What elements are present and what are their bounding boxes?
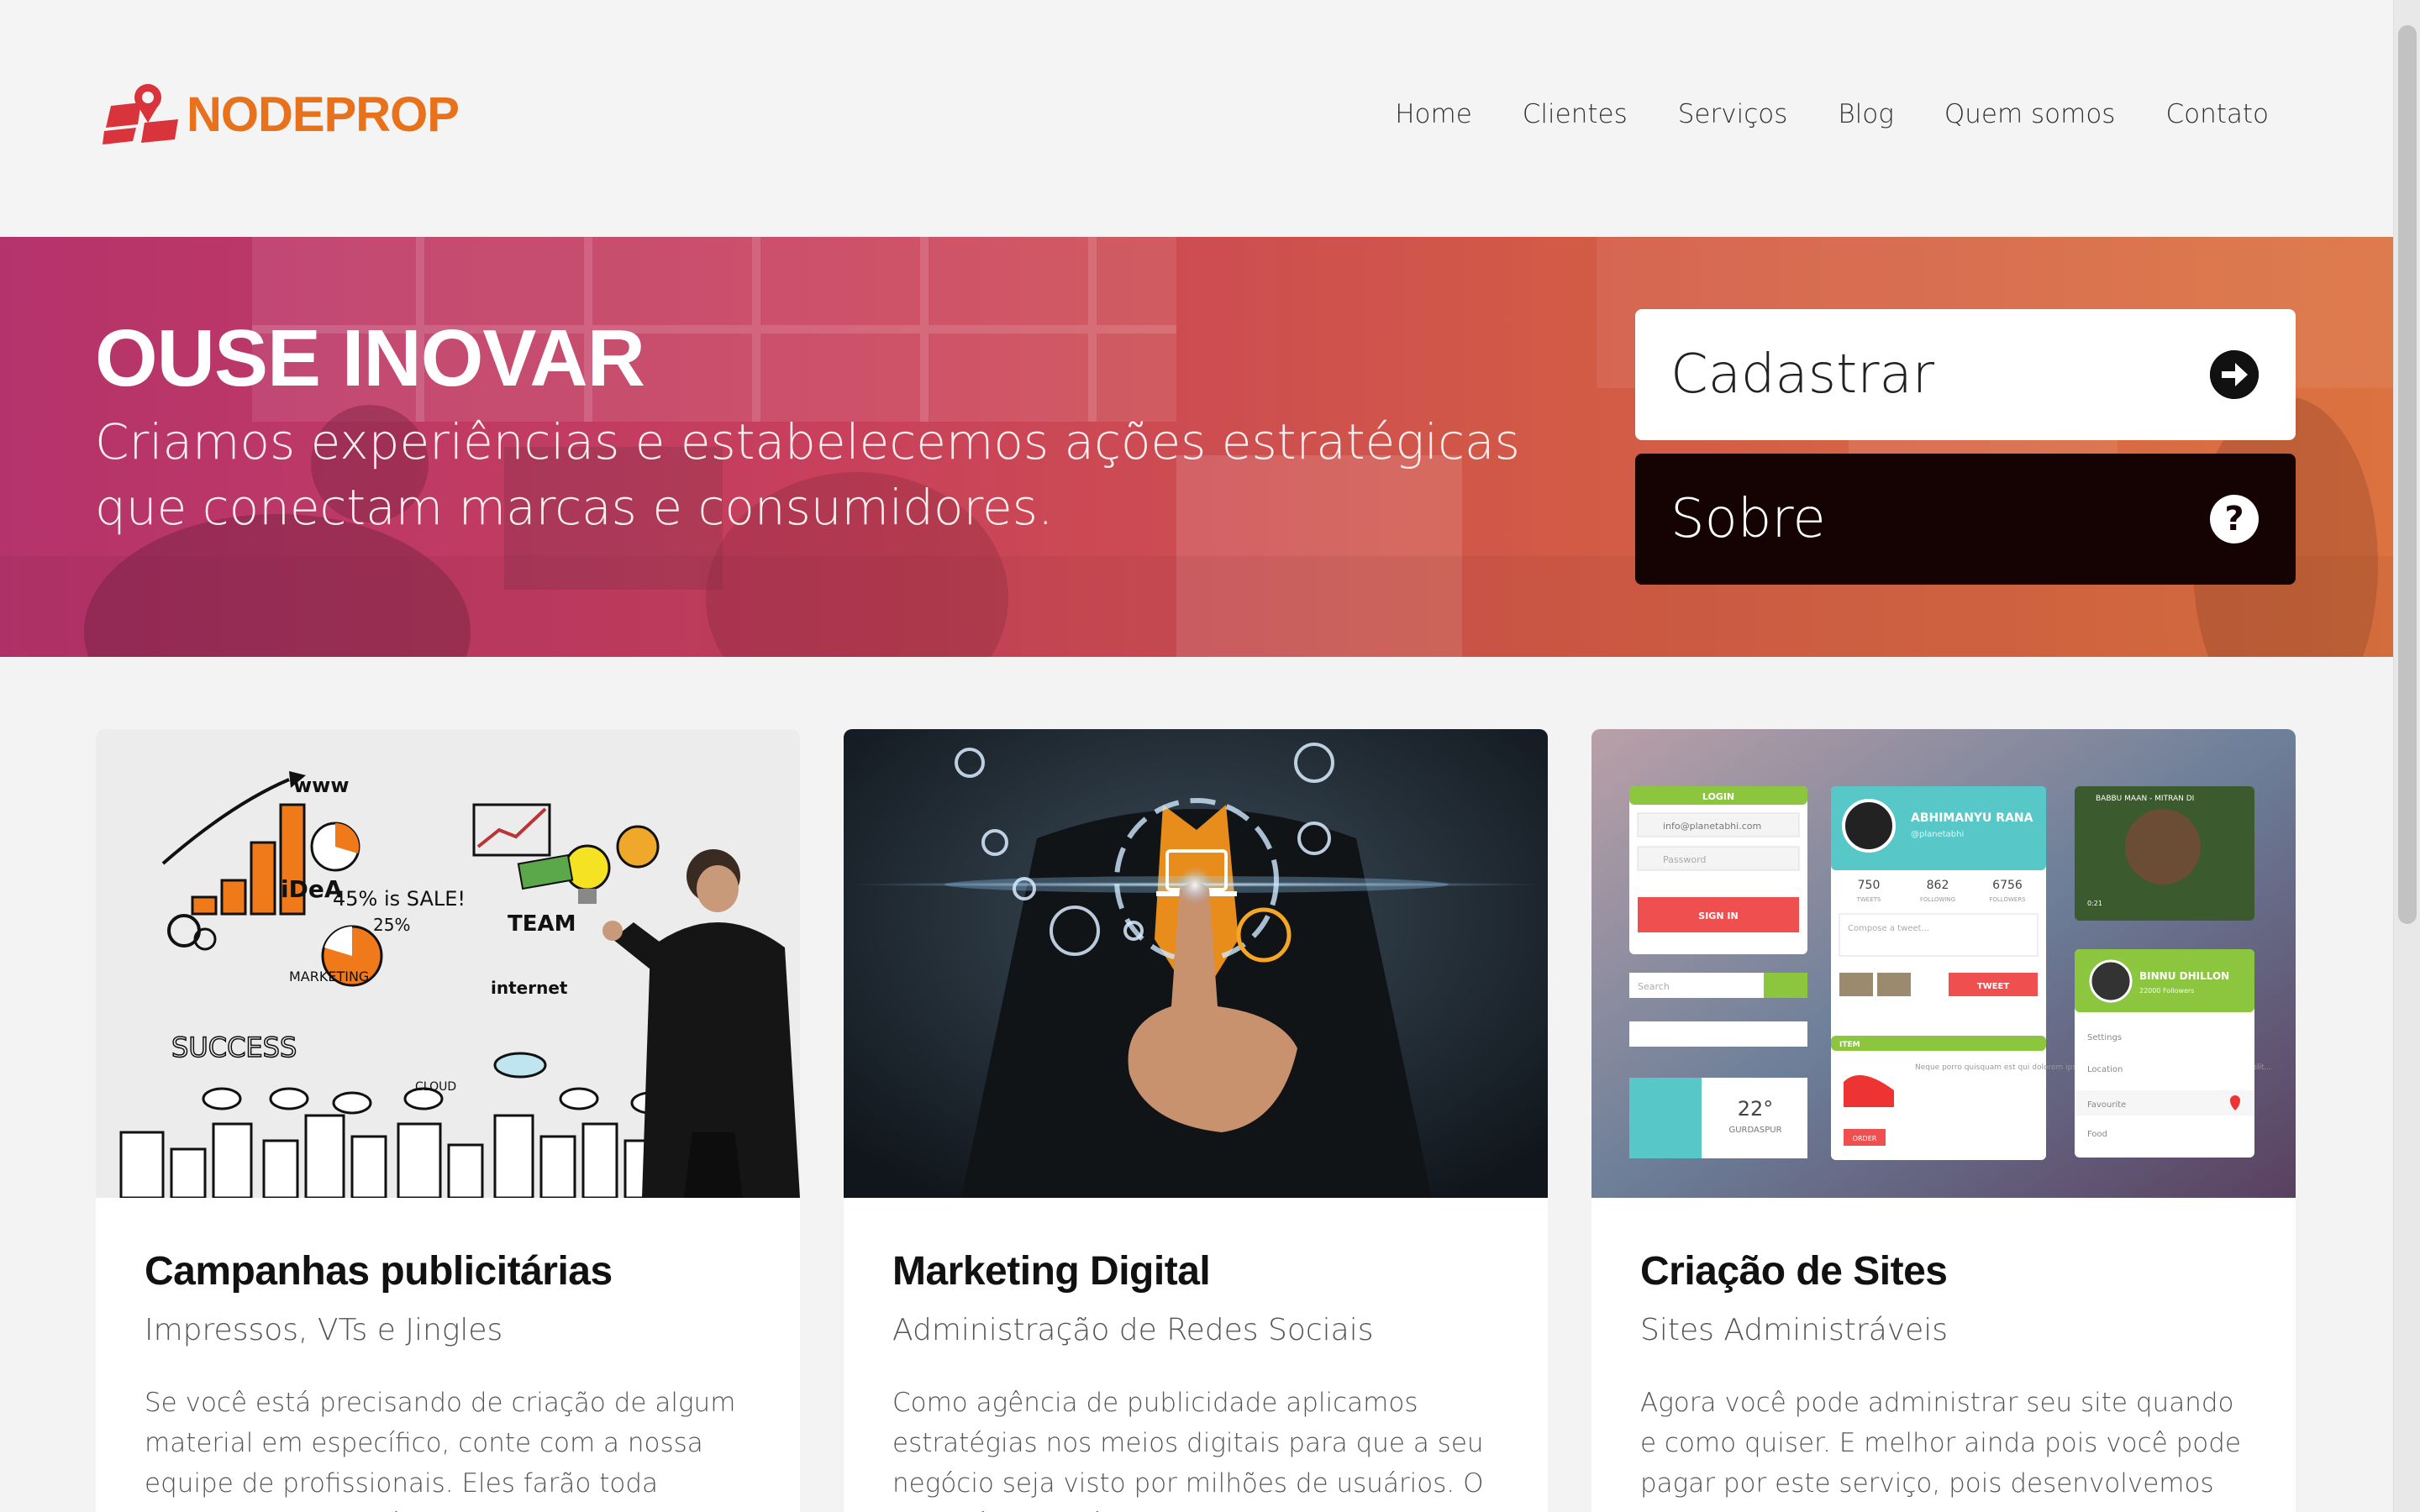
svg-text:750: 750 [1858, 879, 1881, 892]
hero-banner: OUSE INOVAR Criamos experiências e estab… [0, 237, 2393, 657]
svg-text:Settings: Settings [2087, 1033, 2122, 1042]
card-title: Criação de Sites [1640, 1249, 1948, 1294]
svg-text:FOLLOWING: FOLLOWING [1920, 896, 1955, 903]
register-button-label: Cadastrar [1670, 344, 1935, 406]
svg-text:www: www [293, 774, 350, 797]
svg-text:BABBU MAAN - MITRAN DI: BABBU MAAN - MITRAN DI [2096, 795, 2194, 803]
nav-blog[interactable]: Blog [1838, 99, 1893, 129]
svg-text:SIGN IN: SIGN IN [1698, 911, 1738, 921]
svg-text:Location: Location [2087, 1065, 2123, 1074]
logo-text: NODEPROP [187, 87, 460, 142]
card-image-business-sketch: www iDeA 45% is SALE! 25% MARKETING TEAM… [96, 729, 800, 1198]
svg-text:CLOUD: CLOUD [415, 1080, 456, 1094]
svg-text:Search: Search [1638, 981, 1670, 992]
svg-text:Compose a tweet...: Compose a tweet... [1848, 924, 1929, 933]
card-body: Campanhas publicitárias Impressos, VTs e… [96, 1248, 800, 1512]
svg-text:info@planetabhi.com: info@planetabhi.com [1663, 821, 1761, 832]
service-card-sites: LOGIN info@planetabhi.com Password SIGN … [1591, 729, 2296, 1512]
card-subtitle: Sites Administráveis [1640, 1313, 1948, 1347]
svg-text:45% is SALE!: 45% is SALE! [333, 887, 466, 911]
svg-text:FOLLOWERS: FOLLOWERS [1989, 896, 2026, 903]
svg-text:MARKETING: MARKETING [289, 969, 369, 984]
nav-contato[interactable]: Contato [2165, 99, 2269, 129]
card-body: Criação de Sites Sites Administráveis Ag… [1591, 1248, 2296, 1512]
svg-text:ITEM: ITEM [1839, 1041, 1860, 1049]
about-button-label: Sobre [1670, 488, 1826, 550]
question-circle-icon: ? [2210, 495, 2259, 543]
svg-text:GURDASPUR: GURDASPUR [1728, 1126, 1781, 1135]
svg-text:ABHIMANYU RANA: ABHIMANYU RANA [1911, 811, 2033, 825]
nav-home[interactable]: Home [1395, 99, 1472, 129]
svg-text:22°: 22° [1738, 1097, 1774, 1121]
svg-text:LOGIN: LOGIN [1702, 791, 1734, 802]
card-text: Agora você pode administrar seu site qua… [1640, 1388, 2241, 1512]
svg-text:BINNU DHILLON: BINNU DHILLON [2139, 970, 2229, 982]
svg-text:25%: 25% [373, 915, 410, 935]
svg-text:Favourite: Favourite [2087, 1100, 2126, 1110]
svg-text:@planetabhi: @planetabhi [1911, 830, 1964, 839]
svg-text:Password: Password [1663, 854, 1706, 865]
service-card-campanhas: www iDeA 45% is SALE! 25% MARKETING TEAM… [96, 729, 800, 1512]
card-subtitle: Administração de Redes Sociais [892, 1313, 1374, 1347]
service-card-marketing: Marketing Digital Administração de Redes… [844, 729, 1548, 1512]
svg-text:22000 Followers: 22000 Followers [2139, 987, 2194, 995]
card-title: Campanhas publicitárias [145, 1249, 613, 1294]
card-text: Como agência de publicidade aplicamos es… [892, 1388, 1484, 1512]
svg-text:6756: 6756 [1992, 879, 2023, 892]
about-button[interactable]: Sobre ? [1635, 454, 2296, 585]
svg-text:SUCCESS: SUCCESS [171, 1032, 297, 1063]
nav-clientes[interactable]: Clientes [1523, 99, 1628, 129]
nav-servicos[interactable]: Serviços [1678, 99, 1788, 129]
card-image-ui-kit: LOGIN info@planetabhi.com Password SIGN … [1591, 729, 2296, 1198]
svg-text:862: 862 [1927, 879, 1949, 892]
scrollbar-thumb[interactable] [2398, 25, 2417, 924]
logo[interactable]: NODEPROP [103, 81, 460, 150]
hero-title: OUSE INOVAR [95, 313, 645, 403]
card-body: Marketing Digital Administração de Redes… [844, 1248, 1548, 1512]
svg-text:internet: internet [491, 978, 568, 998]
page-scrollbar[interactable] [2393, 0, 2420, 1512]
svg-text:0:21: 0:21 [2087, 900, 2102, 907]
card-title: Marketing Digital [892, 1249, 1211, 1294]
logo-mark-icon [103, 81, 183, 150]
svg-text:Food: Food [2087, 1130, 2107, 1139]
main-nav: Home Clientes Serviços Blog Quem somos C… [1344, 99, 2269, 129]
card-subtitle: Impressos, VTs e Jingles [145, 1313, 503, 1347]
svg-text:ORDER: ORDER [1853, 1135, 1877, 1142]
svg-text:TWEET: TWEET [1977, 982, 2010, 991]
svg-text:TEAM: TEAM [508, 911, 576, 937]
hero-subtitle: Criamos experiências e estabelecemos açõ… [95, 413, 1520, 536]
card-image-digital-touch [844, 729, 1548, 1198]
site-header: NODEPROP Home Clientes Serviços Blog Que… [0, 0, 2393, 237]
nav-quem-somos[interactable]: Quem somos [1944, 99, 2116, 129]
svg-text:TWEETS: TWEETS [1856, 896, 1881, 903]
arrow-right-circle-icon [2210, 350, 2259, 399]
register-button[interactable]: Cadastrar [1635, 309, 2296, 440]
card-text: Se você está precisando de criação de al… [145, 1388, 736, 1512]
